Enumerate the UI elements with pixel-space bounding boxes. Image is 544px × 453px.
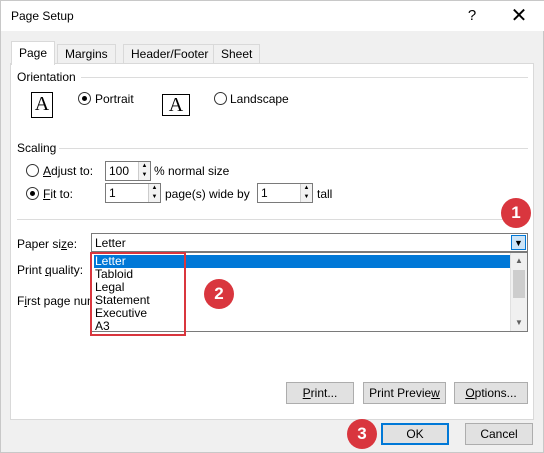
print-quality-label: Print quality: bbox=[17, 263, 84, 277]
page-setup-dialog: Page Setup ? ✕ Page Margins Header/Foote… bbox=[0, 0, 544, 453]
portrait-label: Portrait bbox=[95, 92, 134, 106]
dropdown-scrollbar[interactable]: ▲ ▼ bbox=[510, 253, 527, 331]
spin-up-icon[interactable]: ▲ bbox=[301, 184, 312, 193]
print-preview-button[interactable]: Print Preview bbox=[363, 382, 446, 404]
help-button[interactable]: ? bbox=[452, 1, 492, 31]
adjust-percent-value: 100 bbox=[109, 164, 130, 178]
paper-size-value: Letter bbox=[95, 236, 126, 250]
portrait-radio[interactable] bbox=[78, 92, 91, 105]
tab-header-footer[interactable]: Header/Footer bbox=[123, 44, 217, 64]
adjust-spin-arrows[interactable]: ▲ ▼ bbox=[138, 162, 150, 180]
options-highlight-box bbox=[90, 252, 186, 336]
window-title: Page Setup bbox=[11, 9, 74, 23]
wide-spin-arrows[interactable]: ▲ ▼ bbox=[148, 184, 160, 202]
tab-page[interactable]: Page bbox=[11, 41, 56, 65]
spin-up-icon[interactable]: ▲ bbox=[149, 184, 160, 193]
adjust-percent-stepper[interactable]: 100 ▲ ▼ bbox=[105, 161, 151, 181]
scaling-divider bbox=[59, 148, 528, 149]
fit-to-label: Fit to: bbox=[43, 187, 74, 201]
cancel-button[interactable]: Cancel bbox=[465, 423, 533, 445]
callout-badge-2: 2 bbox=[204, 279, 234, 309]
first-page-number-label: First page num bbox=[17, 294, 98, 308]
paper-size-label: Paper size: bbox=[17, 237, 78, 251]
callout-badge-3: 3 bbox=[347, 419, 377, 449]
tall-suffix: tall bbox=[317, 187, 333, 201]
landscape-label: Landscape bbox=[230, 92, 289, 106]
paper-size-select[interactable]: Letter ▼ bbox=[91, 233, 528, 252]
scroll-thumb[interactable] bbox=[513, 270, 525, 298]
landscape-page-icon: A bbox=[162, 94, 190, 116]
tab-sheet[interactable]: Sheet bbox=[213, 44, 261, 64]
portrait-page-icon: A bbox=[31, 92, 53, 118]
pages-wide-stepper[interactable]: 1 ▲ ▼ bbox=[105, 183, 161, 203]
pages-tall-stepper[interactable]: 1 ▲ ▼ bbox=[257, 183, 313, 203]
adjust-suffix: % normal size bbox=[154, 164, 230, 178]
scroll-up-icon[interactable]: ▲ bbox=[511, 253, 527, 269]
chevron-down-icon[interactable]: ▼ bbox=[511, 235, 526, 250]
wide-suffix: page(s) wide by bbox=[165, 187, 250, 201]
spin-up-icon[interactable]: ▲ bbox=[139, 162, 150, 171]
tall-spin-arrows[interactable]: ▲ ▼ bbox=[300, 184, 312, 202]
tab-margins[interactable]: Margins bbox=[57, 44, 116, 64]
options-button[interactable]: Options... bbox=[454, 382, 528, 404]
spin-down-icon[interactable]: ▼ bbox=[301, 193, 312, 202]
spin-down-icon[interactable]: ▼ bbox=[139, 171, 150, 180]
orientation-divider bbox=[81, 77, 528, 78]
scaling-label: Scaling bbox=[17, 141, 57, 155]
scroll-down-icon[interactable]: ▼ bbox=[511, 315, 527, 331]
spin-down-icon[interactable]: ▼ bbox=[149, 193, 160, 202]
print-button[interactable]: Print... bbox=[286, 382, 354, 404]
pages-wide-value: 1 bbox=[109, 186, 116, 200]
adjust-to-radio[interactable] bbox=[26, 164, 39, 177]
fit-to-radio[interactable] bbox=[26, 187, 39, 200]
ok-button[interactable]: OK bbox=[381, 423, 449, 445]
adjust-to-label: Adjust to: bbox=[43, 164, 94, 178]
close-button[interactable]: ✕ bbox=[499, 1, 539, 31]
callout-badge-1: 1 bbox=[501, 198, 531, 228]
pages-tall-value: 1 bbox=[261, 186, 268, 200]
landscape-radio[interactable] bbox=[214, 92, 227, 105]
scaling-bottom-divider bbox=[17, 219, 528, 220]
orientation-label: Orientation bbox=[17, 70, 76, 84]
title-bar: Page Setup ? ✕ bbox=[1, 1, 544, 31]
